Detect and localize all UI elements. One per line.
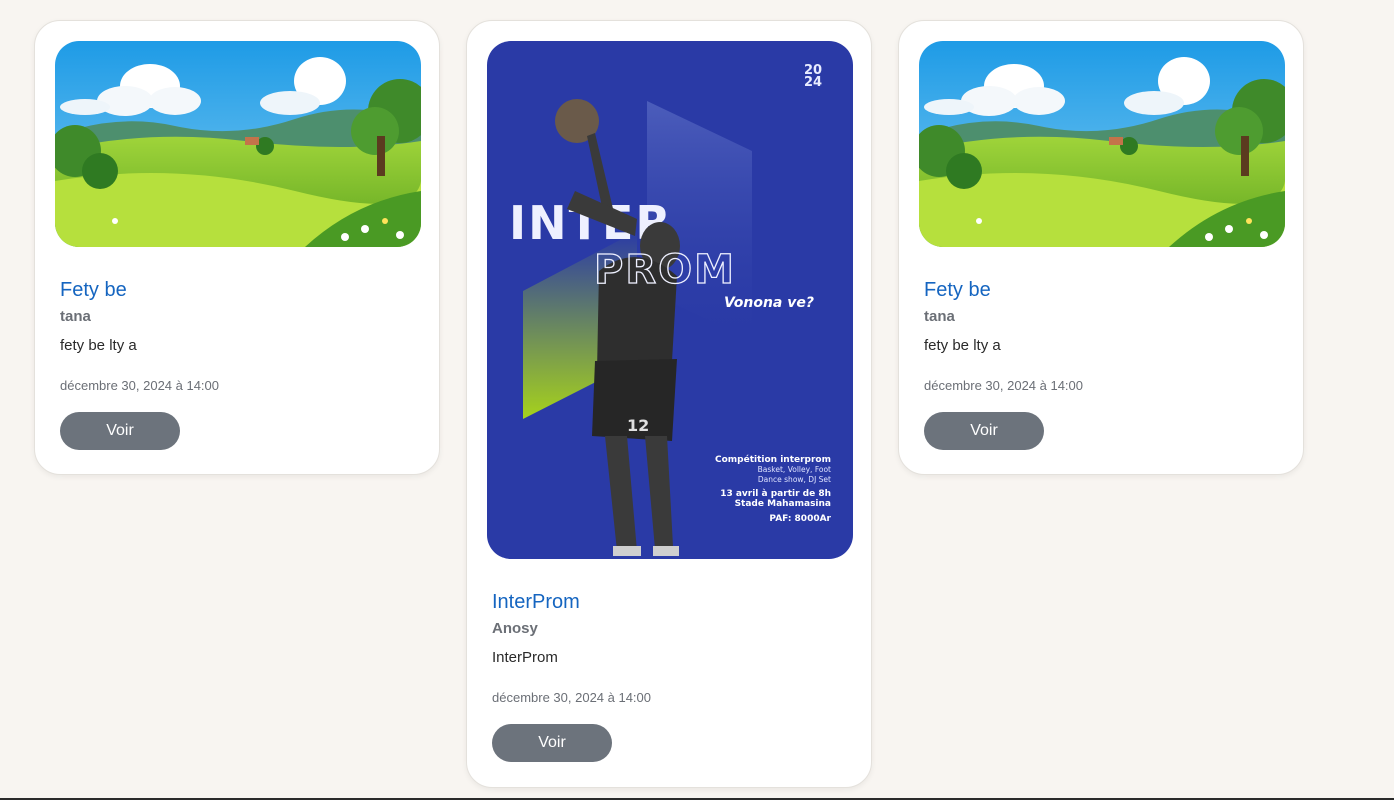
event-location: tana: [924, 308, 955, 325]
event-description: fety be lty a: [60, 337, 137, 354]
poster-year-bottom: 24: [804, 75, 822, 90]
event-location: Anosy: [492, 620, 538, 637]
poster-info-date: 13 avril à partir de 8h: [720, 489, 831, 499]
event-card: Fety be tana fety be lty a décembre 30, …: [898, 20, 1304, 475]
event-image-landscape: [919, 41, 1285, 247]
event-description: fety be lty a: [924, 337, 1001, 354]
poster-jersey-number: 12: [627, 416, 649, 435]
view-button[interactable]: Voir: [924, 412, 1044, 450]
poster-info-price: PAF: 8000Ar: [769, 514, 831, 524]
poster-info-venue: Stade Mahamasina: [735, 499, 831, 509]
event-date: décembre 30, 2024 à 14:00: [492, 690, 652, 705]
event-card: 20 24 INTER 12 PROM Vonona ve? Compétiti…: [466, 20, 872, 788]
event-date: décembre 30, 2024 à 14:00: [924, 378, 1084, 393]
poster-tagline: Vonona ve?: [724, 295, 814, 311]
event-description: InterProm: [492, 649, 558, 666]
event-title[interactable]: InterProm: [492, 591, 580, 614]
event-card: Fety be tana fety be lty a décembre 30, …: [34, 20, 440, 475]
event-title[interactable]: Fety be: [60, 279, 127, 302]
poster-info-sports: Basket, Volley, Foot: [758, 465, 831, 474]
view-button[interactable]: Voir: [60, 412, 180, 450]
event-title[interactable]: Fety be: [924, 279, 991, 302]
poster-info-activities: Dance show, DJ Set: [758, 475, 831, 484]
poster-line2: PROM: [594, 247, 736, 293]
poster-info-title: Compétition interprom: [715, 454, 831, 465]
event-location: tana: [60, 308, 91, 325]
view-button[interactable]: Voir: [492, 724, 612, 762]
event-image-poster: 20 24 INTER 12 PROM Vonona ve? Compétiti…: [487, 41, 853, 559]
event-image-landscape: [55, 41, 421, 247]
event-date: décembre 30, 2024 à 14:00: [60, 378, 220, 393]
